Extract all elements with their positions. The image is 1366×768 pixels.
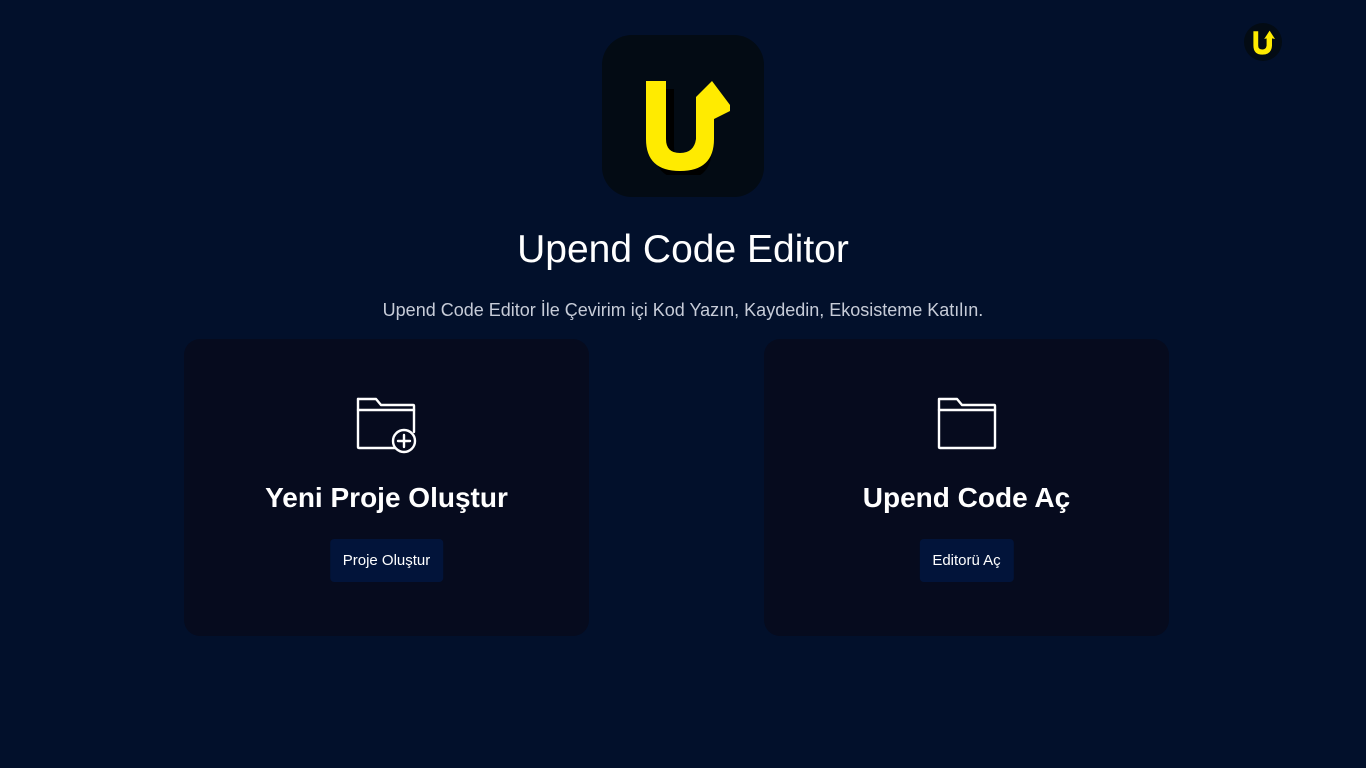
upend-logo-icon[interactable]: [1244, 23, 1282, 61]
page-title: Upend Code Editor: [517, 228, 849, 271]
card-title: Yeni Proje Oluştur: [265, 482, 508, 513]
folder-plus-icon: [184, 395, 589, 455]
upend-logo-glyph: [1253, 30, 1275, 55]
open-editor-card: Upend Code Aç Editorü Aç: [764, 339, 1169, 636]
folder-icon: [764, 395, 1169, 455]
open-editor-button[interactable]: Editorü Aç: [919, 539, 1014, 582]
upend-logo-glyph: [646, 81, 730, 175]
new-project-card: Yeni Proje Oluştur Proje Oluştur: [184, 339, 589, 636]
page-subtitle: Upend Code Editor İle Çevirim içi Kod Ya…: [382, 300, 984, 320]
create-project-button[interactable]: Proje Oluştur: [329, 539, 444, 582]
card-title: Upend Code Aç: [862, 482, 1071, 513]
upend-logo-icon: [602, 35, 764, 197]
